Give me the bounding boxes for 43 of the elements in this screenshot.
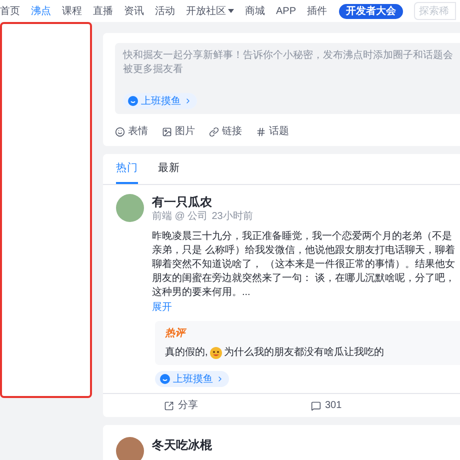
author-role: 前端 @ 公司 (152, 210, 208, 224)
nav-link[interactable]: 插件 (307, 4, 328, 18)
time-label: 23小时前 (212, 210, 253, 224)
comment-text: 为什么我的朋友都没有啥瓜让我吃的 (224, 346, 384, 360)
expand-link[interactable]: 展开 (152, 301, 172, 315)
input-placeholder: 快和掘友一起分享新鲜事！告诉你个小秘密，发布沸点时添加圈子和话题会被更多掘友看 (123, 49, 454, 77)
composer-tool[interactable]: 图片 (162, 124, 195, 139)
chevron-icon (216, 375, 224, 383)
composer-tool[interactable]: 链接 (209, 124, 242, 139)
image-icon (162, 126, 172, 136)
nav-link[interactable]: 开放社区 (186, 4, 234, 18)
nav-link[interactable]: 沸点 (31, 4, 51, 18)
nav-link[interactable]: 商城 (245, 4, 265, 18)
avatar (116, 194, 144, 222)
comment-button[interactable]: 301 (311, 398, 342, 413)
share-icon (164, 400, 174, 410)
author-name: 冬天吃冰棍 (152, 437, 212, 454)
share-button[interactable]: 分享 (164, 398, 198, 413)
feed-tab[interactable]: 热门 (116, 161, 138, 184)
nav-link[interactable]: 直播 (93, 4, 113, 18)
composer-tool[interactable]: 话题 (256, 124, 289, 139)
nav-link[interactable]: APP (276, 4, 296, 18)
search-field[interactable]: 探索稀 (414, 2, 456, 20)
author-name: 有一只瓜农 (152, 194, 213, 210)
event-button[interactable]: 开发者大会 (339, 4, 404, 18)
chevron-icon (184, 97, 192, 105)
hash-icon (256, 126, 266, 136)
nav-link[interactable]: 课程 (62, 4, 82, 18)
link-icon (209, 126, 219, 136)
avatar (116, 437, 144, 460)
post-text: 昨晚凌晨三十九分，我正准备睡觉，我一个恋爱两个月的老弟（不是亲弟，只是 么称呼）给我发微信，他说他跟女朋友打电话聊天，聊着聊着突然不知道说啥了， （这本来是一件很正常的事情）。结果他女朋友的闺蜜在旁边就突然来了一句： 谈，在哪儿沉默啥呢，分了吧，这种男的要来何用。... (152, 230, 456, 300)
composer-tool[interactable]: 表情 (115, 124, 148, 139)
smile-icon (115, 126, 125, 136)
nav-link[interactable]: 首页 (0, 4, 20, 18)
nav-link[interactable]: 资讯 (124, 4, 144, 18)
circle-icon (128, 96, 138, 106)
comment-text: 真的假的, (165, 346, 208, 360)
comment-icon (311, 400, 321, 410)
emoji-icon (210, 346, 222, 358)
feed-tab[interactable]: 最新 (158, 161, 180, 184)
hot-comment-label: 热评 (165, 326, 185, 341)
nav-link[interactable]: 活动 (155, 4, 175, 18)
circle-icon (160, 374, 170, 384)
